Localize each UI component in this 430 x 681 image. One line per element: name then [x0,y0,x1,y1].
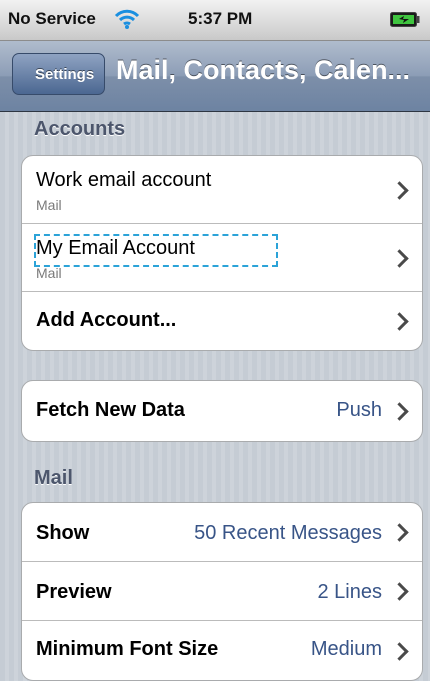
fetch-group: Fetch New Data Push [21,380,423,442]
carrier-label: No Service [8,9,96,28]
show-row[interactable]: Show 50 Recent Messages [22,503,422,562]
chevron-right-icon [390,523,409,542]
mail-settings-group: Show 50 Recent Messages Preview 2 Lines … [21,502,423,681]
chevron-right-icon [390,180,409,200]
back-button-label: Settings [35,65,95,83]
account-row-work-email[interactable]: Work email account Mail [22,156,422,224]
battery-charging-icon [390,12,420,27]
account-name: My Email Account [36,237,195,259]
minimum-font-size-label: Minimum Font Size [36,638,219,660]
clock: 5:37 PM [188,9,253,28]
account-type: Mail [36,265,62,281]
status-bar: No Service 5:37 PM [0,0,430,41]
show-value: 50 Recent Messages [194,522,382,544]
minimum-font-size-row[interactable]: Minimum Font Size Medium [22,621,422,680]
navigation-bar: Settings Mail, Contacts, Calen... [0,41,430,112]
show-label: Show [36,522,90,544]
add-account-row[interactable]: Add Account... [22,292,422,350]
fetch-new-data-row[interactable]: Fetch New Data Push [22,381,422,441]
account-type: Mail [36,197,62,213]
mail-section-header: Mail [34,467,73,489]
minimum-font-size-value: Medium [310,638,382,660]
accounts-section-header: Accounts [34,118,126,140]
account-name: Work email account [36,169,212,191]
chevron-right-icon [390,641,409,661]
fetch-new-data-label: Fetch New Data [36,399,185,421]
page-title: Mail, Contacts, Calen... [116,55,411,85]
chevron-right-icon [390,312,409,331]
chevron-right-icon [390,402,409,421]
fetch-new-data-value: Push [336,399,382,421]
wifi-icon [114,9,140,29]
chevron-right-icon [390,248,409,268]
accounts-group: Work email account Mail My Email Account… [21,155,423,351]
preview-value: 2 Lines [317,581,383,603]
chevron-right-icon [390,582,409,601]
account-row-my-email[interactable]: My Email Account Mail [22,224,422,292]
settings-back-button[interactable]: Settings [12,53,106,95]
add-account-label: Add Account... [36,309,177,331]
preview-row[interactable]: Preview 2 Lines [22,562,422,621]
preview-label: Preview [36,581,112,603]
